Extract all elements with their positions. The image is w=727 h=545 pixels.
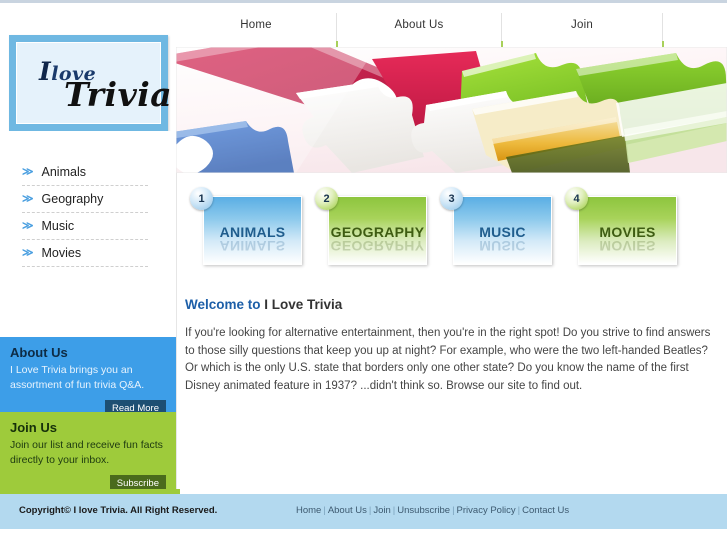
card-label-reflection: MUSIC (479, 238, 526, 254)
site-logo[interactable]: Ilove Trivia (9, 35, 172, 131)
logo-inner-panel: Ilove Trivia (16, 42, 172, 124)
join-us-panel: Join Us Join our list and receive fun fa… (0, 412, 176, 492)
footer-link-join[interactable]: Join (373, 505, 390, 516)
welcome-section: Welcome to I Love Trivia If you're looki… (185, 297, 720, 395)
chevron-right-icon: ≫ (22, 165, 34, 178)
card-label-reflection: MOVIES (599, 238, 656, 254)
sidebar-item-label: Movies (41, 246, 82, 260)
puzzle-illustration (176, 47, 727, 173)
footer-link-unsubscribe[interactable]: Unsubscribe (397, 505, 450, 516)
nav-items: Home About Us Join (176, 3, 727, 50)
footer-link-contact-us[interactable]: Contact Us (522, 505, 569, 516)
category-card-animals[interactable]: 1 ANIMALS ANIMALS (190, 187, 308, 279)
sidebar-item-label: Music (41, 219, 75, 233)
category-card-geography[interactable]: 2 GEOGRAPHY GEOGRAPHY (315, 187, 433, 279)
welcome-body-text: If you're looking for alternative entert… (185, 327, 711, 392)
sidebar-item-animals[interactable]: ≫ Animals (22, 159, 148, 186)
sidebar: ≫ Animals ≫ Geography ≫ Music ≫ Movies A… (0, 131, 176, 492)
card-number-badge: 4 (565, 187, 588, 210)
sidebar-item-movies[interactable]: ≫ Movies (22, 240, 148, 267)
footer-link-divider: | (323, 505, 326, 516)
sidebar-category-menu: ≫ Animals ≫ Geography ≫ Music ≫ Movies (0, 159, 176, 267)
banner-puzzle-image (176, 47, 727, 173)
card-box[interactable]: GEOGRAPHY GEOGRAPHY (328, 196, 427, 265)
sidebar-item-music[interactable]: ≫ Music (22, 213, 148, 240)
chevron-right-icon: ≫ (22, 246, 34, 259)
join-us-title: Join Us (10, 420, 57, 435)
footer-link-home[interactable]: Home (296, 505, 321, 516)
footer-link-divider: | (368, 505, 372, 516)
about-us-text: I Love Trivia brings you an assortment o… (10, 364, 145, 391)
nav-link-home[interactable]: Home (240, 19, 271, 31)
card-box[interactable]: MOVIES MOVIES (578, 196, 677, 265)
footer-link-divider: | (517, 505, 521, 516)
logo-letter-i: I (39, 57, 52, 86)
footer-link-divider: | (392, 505, 396, 516)
card-label-reflection: ANIMALS (219, 238, 286, 254)
nav-separator-3 (662, 12, 664, 50)
chevron-right-icon: ≫ (22, 192, 34, 205)
footer-link-privacy-policy[interactable]: Privacy Policy (457, 505, 516, 516)
nav-link-about-us[interactable]: About Us (395, 19, 444, 31)
about-us-title: About Us (10, 345, 68, 360)
card-box[interactable]: ANIMALS ANIMALS (203, 196, 302, 265)
card-number-badge: 3 (440, 187, 463, 210)
copyright-text: Copyright© I love Trivia. All Right Rese… (19, 505, 218, 516)
sidebar-item-label: Geography (41, 192, 104, 206)
main-content: 1 ANIMALS ANIMALS 2 GEOGRAPHY GEOGRAPHY … (176, 173, 727, 489)
welcome-heading: Welcome to I Love Trivia (185, 297, 720, 312)
footer-link-divider: | (452, 505, 455, 516)
sidebar-item-geography[interactable]: ≫ Geography (22, 186, 148, 213)
footer: Copyright© I love Trivia. All Right Rese… (0, 494, 727, 529)
category-card-music[interactable]: 3 MUSIC MUSIC (440, 187, 558, 279)
footer-links: Home | About Us | Join | Unsubscribe | Privacy P… (296, 505, 569, 516)
page-root: Home About Us Join Ilove Trivia ≫ Animal… (0, 0, 727, 545)
card-number-badge: 2 (315, 187, 338, 210)
join-us-text: Join our list and receive fun facts dire… (10, 439, 163, 466)
about-us-panel: About Us I Love Trivia brings you an ass… (0, 337, 176, 417)
sidebar-item-label: Animals (41, 165, 86, 179)
chevron-right-icon: ≫ (22, 219, 34, 232)
footer-link-about-us[interactable]: About Us (328, 505, 367, 516)
card-number-badge: 1 (190, 187, 213, 210)
logo-word-trivia: Trivia (64, 75, 173, 114)
nav-item-home[interactable]: Home (176, 3, 336, 47)
nav-item-join[interactable]: Join (502, 3, 662, 47)
card-box[interactable]: MUSIC MUSIC (453, 196, 552, 265)
category-cards: 1 ANIMALS ANIMALS 2 GEOGRAPHY GEOGRAPHY … (177, 187, 727, 279)
nav-item-about-us[interactable]: About Us (337, 3, 501, 47)
welcome-heading-accent: Welcome to (185, 297, 265, 312)
welcome-heading-rest: I Love Trivia (264, 297, 343, 312)
nav-link-join[interactable]: Join (571, 19, 593, 31)
card-label-reflection: GEOGRAPHY (330, 238, 425, 254)
category-card-movies[interactable]: 4 MOVIES MOVIES (565, 187, 683, 279)
